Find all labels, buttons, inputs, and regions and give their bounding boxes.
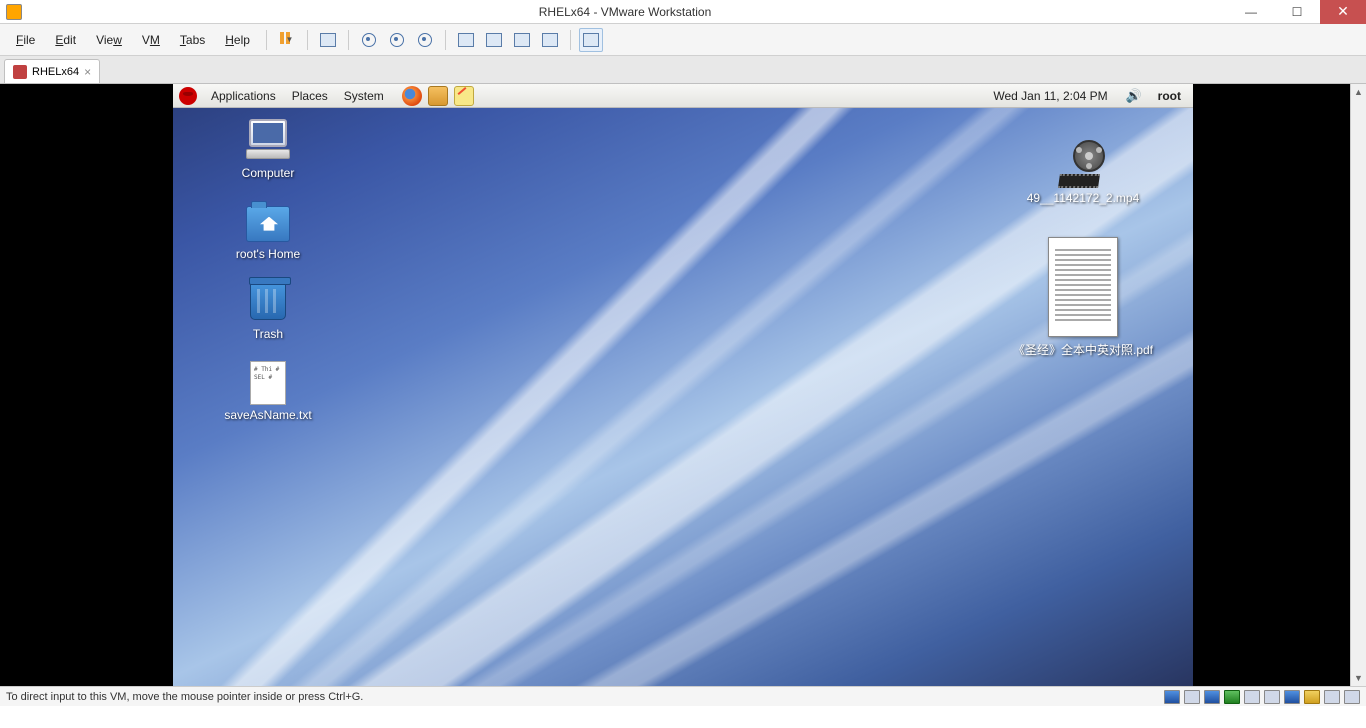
snapshot-button[interactable] [357, 28, 381, 52]
user-menu[interactable]: root [1152, 89, 1187, 103]
floppy-status-icon[interactable] [1204, 690, 1220, 704]
chevron-down-icon: ▼ [285, 35, 293, 44]
desktop-icons-right: 49__1142172_2.mp4 《圣经》全本中英对照.pdf [1003, 144, 1163, 376]
unity-icon [542, 33, 558, 47]
file-manager-launcher-icon[interactable] [428, 86, 448, 106]
hard-disk-status-icon[interactable] [1164, 690, 1180, 704]
close-button[interactable]: ✕ [1320, 0, 1366, 24]
desktop-icon-txtfile[interactable]: # Thi # SEL # saveAsName.txt [203, 361, 333, 424]
menu-tabs[interactable]: Tabs [172, 30, 213, 50]
applications-menu[interactable]: Applications [203, 89, 284, 103]
show-library-button[interactable] [579, 28, 603, 52]
desktop-icon-home[interactable]: root's Home [203, 200, 333, 263]
toolbar-separator [266, 30, 267, 50]
pdf-file-icon [1048, 237, 1118, 337]
tab-rhelx64[interactable]: RHELx64 × [4, 59, 100, 83]
status-bar: To direct input to this VM, move the mou… [0, 686, 1366, 706]
menu-edit[interactable]: Edit [47, 30, 84, 50]
toolbar-separator [307, 30, 308, 50]
pause-icon [280, 31, 284, 49]
printer-status-icon[interactable] [1284, 690, 1300, 704]
minimize-button[interactable]: — [1228, 0, 1274, 24]
desktop-icon-computer[interactable]: Computer [203, 119, 333, 182]
window-title: RHELx64 - VMware Workstation [22, 5, 1228, 19]
scroll-up-button[interactable]: ▲ [1351, 84, 1366, 100]
status-tray [1164, 690, 1360, 704]
panel-clock[interactable]: Wed Jan 11, 2:04 PM [983, 89, 1117, 103]
firefox-launcher-icon[interactable] [402, 86, 422, 106]
unity-button[interactable] [538, 28, 562, 52]
icon-label: root's Home [236, 247, 300, 263]
volume-icon[interactable] [1126, 88, 1144, 104]
icon-label: 49__1142172_2.mp4 [1027, 191, 1140, 207]
vm-viewport: Applications Places System Wed Jan 11, 2… [0, 84, 1366, 686]
toolbar-separator [570, 30, 571, 50]
sound-status-icon[interactable] [1264, 690, 1280, 704]
fullscreen-button[interactable] [510, 28, 534, 52]
toolbar-separator [445, 30, 446, 50]
icon-label: Trash [253, 327, 283, 343]
desktop-icon-trash[interactable]: Trash [203, 280, 333, 343]
usb-status-icon[interactable] [1244, 690, 1260, 704]
shared-folders-status-icon[interactable] [1304, 690, 1320, 704]
redhat-logo-icon [179, 87, 197, 105]
computer-icon [244, 119, 292, 163]
trash-icon [250, 280, 286, 320]
message-status-icon[interactable] [1344, 690, 1360, 704]
snapshot-icon [362, 33, 376, 47]
thumbnail-icon [486, 33, 502, 47]
menu-file[interactable]: File [8, 30, 43, 50]
revert-icon [390, 33, 404, 47]
revert-snapshot-button[interactable] [385, 28, 409, 52]
home-folder-icon [246, 206, 290, 242]
library-icon [583, 33, 599, 47]
desktop-icons-left: Computer root's Home Trash # Thi # SEL #… [203, 119, 333, 441]
menu-help[interactable]: Help [217, 30, 258, 50]
fullscreen-icon [514, 33, 530, 47]
network-status-icon[interactable] [1224, 690, 1240, 704]
show-console-button[interactable] [454, 28, 478, 52]
console-icon [458, 33, 474, 47]
icon-label: Computer [242, 166, 295, 182]
status-hint-text: To direct input to this VM, move the mou… [6, 691, 363, 703]
video-file-icon [1059, 144, 1107, 188]
vmware-app-icon [6, 4, 22, 20]
maximize-button[interactable]: ☐ [1274, 0, 1320, 24]
keyboard-icon [320, 33, 336, 47]
snapshot-manager-icon [418, 33, 432, 47]
menu-view[interactable]: View [88, 30, 130, 50]
tab-bar: RHELx64 × [0, 56, 1366, 84]
send-ctrl-alt-del-button[interactable] [316, 28, 340, 52]
menu-vm[interactable]: VM [134, 30, 168, 50]
display-status-icon[interactable] [1324, 690, 1340, 704]
desktop-icon-video[interactable]: 49__1142172_2.mp4 [1003, 144, 1163, 207]
scroll-down-button[interactable]: ▼ [1351, 670, 1366, 686]
pause-vm-button[interactable]: ▼ [275, 28, 299, 52]
toolbar-separator [348, 30, 349, 50]
redhat-tab-icon [13, 65, 27, 79]
gnome-top-panel: Applications Places System Wed Jan 11, 2… [173, 84, 1193, 108]
guest-desktop[interactable]: Applications Places System Wed Jan 11, 2… [173, 84, 1193, 686]
system-menu[interactable]: System [336, 89, 392, 103]
places-menu[interactable]: Places [284, 89, 336, 103]
icon-label: 《圣经》全本中英对照.pdf [1013, 343, 1153, 359]
manage-snapshots-button[interactable] [413, 28, 437, 52]
app-menubar: File Edit View VM Tabs Help ▼ [0, 24, 1366, 56]
show-thumbnail-button[interactable] [482, 28, 506, 52]
tab-close-button[interactable]: × [84, 65, 91, 79]
notes-launcher-icon[interactable] [454, 86, 474, 106]
text-file-icon: # Thi # SEL # [250, 361, 286, 405]
icon-label: saveAsName.txt [224, 408, 311, 424]
desktop-icon-pdf[interactable]: 《圣经》全本中英对照.pdf [1003, 237, 1163, 359]
window-titlebar: RHELx64 - VMware Workstation — ☐ ✕ [0, 0, 1366, 24]
tab-label: RHELx64 [32, 66, 79, 78]
cd-status-icon[interactable] [1184, 690, 1200, 704]
viewport-scrollbar[interactable]: ▲ ▼ [1350, 84, 1366, 686]
